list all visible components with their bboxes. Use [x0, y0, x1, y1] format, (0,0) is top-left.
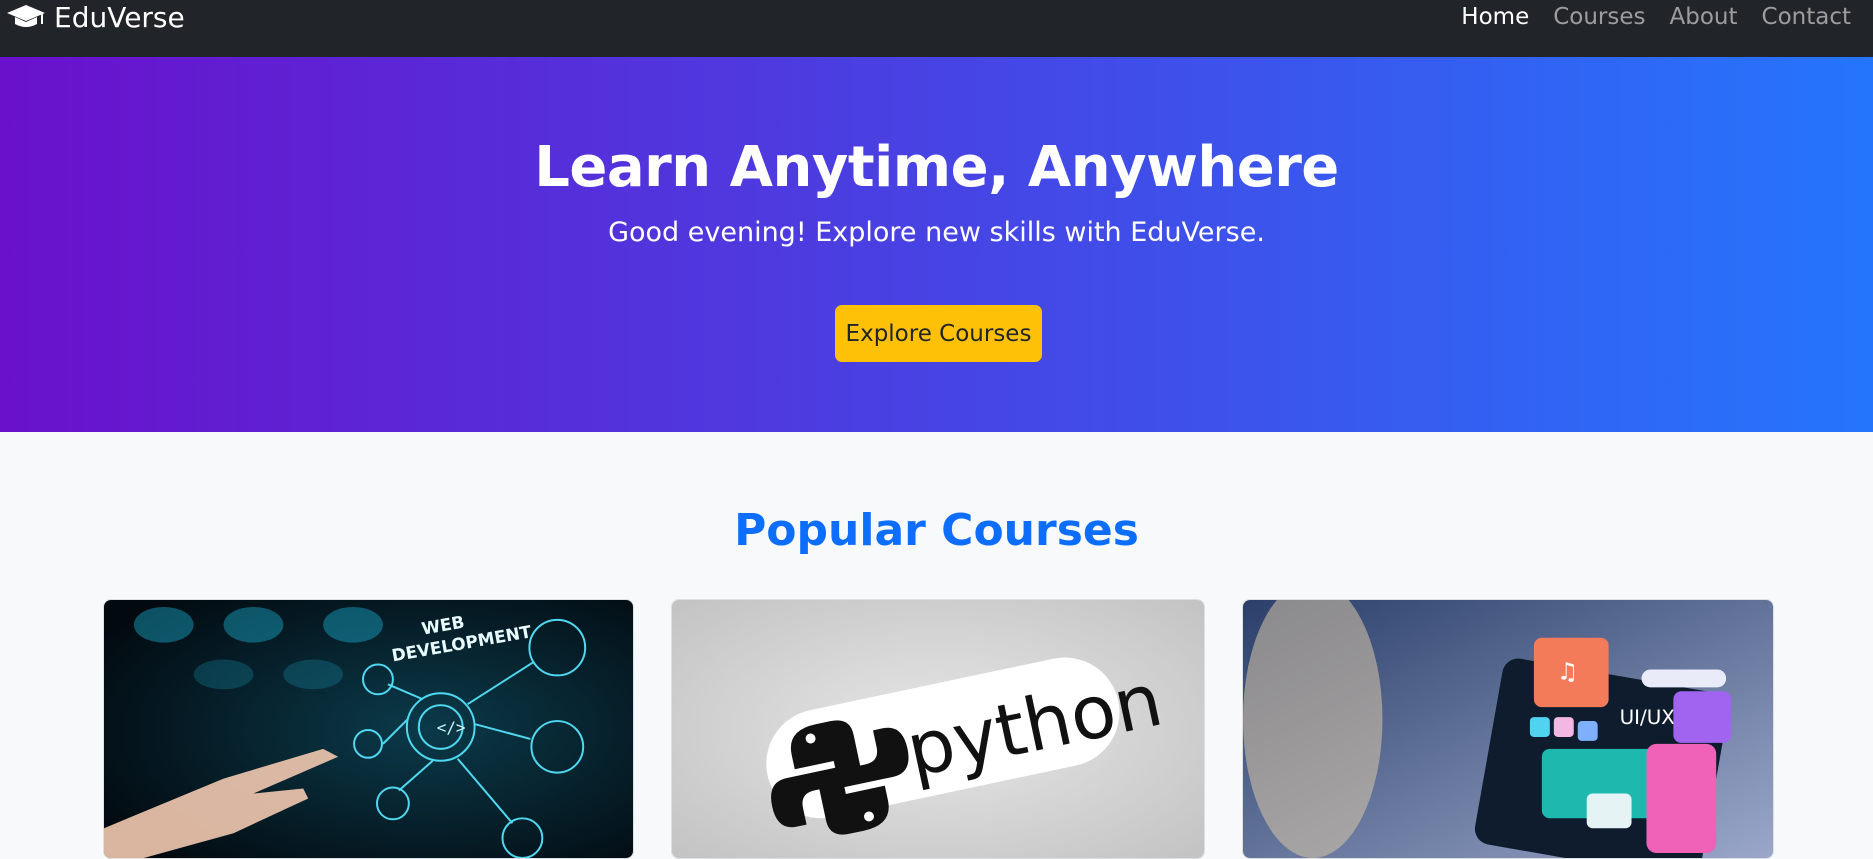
nav-contact[interactable]: Contact [1762, 4, 1851, 30]
brand-name: EduVerse [54, 0, 185, 34]
nav-courses[interactable]: Courses [1553, 4, 1645, 30]
graduation-cap-icon [7, 5, 45, 27]
course-card-ui-ux[interactable]: ♫ UI/UX [1242, 599, 1774, 859]
svg-text:</>: </> [437, 718, 466, 737]
navbar: EduVerse Home Courses About Contact [0, 0, 1873, 57]
brand-link[interactable]: EduVerse [6, 0, 185, 34]
nav-links: Home Courses About Contact [1437, 0, 1851, 34]
nav-about[interactable]: About [1670, 4, 1738, 30]
course-card-web-development[interactable]: </> WEB DEVELOPMENT [103, 599, 634, 859]
svg-text:♫: ♫ [1557, 657, 1578, 685]
python-logo-image: python [672, 600, 1204, 858]
explore-courses-button[interactable]: Explore Courses [835, 305, 1042, 362]
ui-ux-text: UI/UX [1620, 706, 1675, 729]
nav-home[interactable]: Home [1461, 4, 1529, 30]
hero-title: Learn Anytime, Anywhere [534, 135, 1339, 200]
section-title: Popular Courses [734, 505, 1139, 556]
web-development-image: </> WEB DEVELOPMENT [104, 600, 633, 858]
hero-subtitle: Good evening! Explore new skills with Ed… [608, 217, 1265, 248]
ui-ux-image: ♫ UI/UX [1243, 600, 1773, 858]
hero-banner: Learn Anytime, Anywhere Good evening! Ex… [0, 57, 1873, 432]
course-card-python[interactable]: python [671, 599, 1205, 859]
